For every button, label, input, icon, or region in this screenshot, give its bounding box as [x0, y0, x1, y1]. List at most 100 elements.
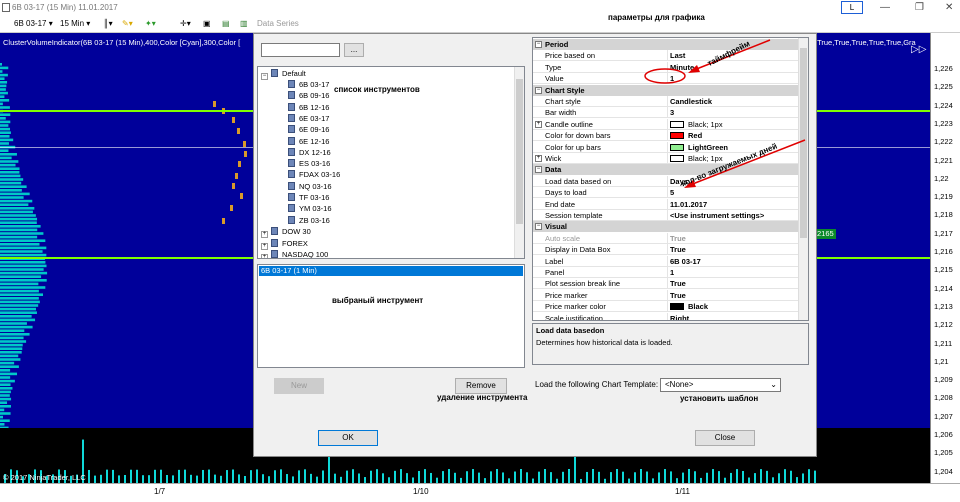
- selected-instrument-item[interactable]: 6B 03-17 (1 Min): [259, 266, 523, 276]
- selected-instrument-list[interactable]: 6B 03-17 (1 Min): [257, 264, 525, 368]
- property-row[interactable]: Plot session break line True: [533, 278, 798, 290]
- magic-wand-icon[interactable]: ✦▾: [145, 19, 156, 28]
- tree-item[interactable]: ZB 03-16: [288, 215, 330, 227]
- tree-group[interactable]: + NASDAQ 100: [261, 250, 328, 258]
- property-grid[interactable]: − Period Price based on Last Type Minute Value…: [532, 37, 809, 321]
- expand-icon[interactable]: +: [261, 242, 268, 250]
- property-value[interactable]: <Use instrument settings>: [667, 210, 797, 221]
- property-row[interactable]: Price marker color Black: [533, 301, 798, 313]
- playback-icon[interactable]: ▷▷: [911, 44, 926, 55]
- tree-item[interactable]: YM 03-16: [288, 204, 332, 215]
- pencil-icon[interactable]: ✎▾: [122, 19, 133, 28]
- template-select[interactable]: <None> ⌄: [660, 378, 781, 392]
- tree-item[interactable]: 6B 09-16: [288, 91, 329, 102]
- zoom-icon[interactable]: ▣: [203, 19, 211, 28]
- property-value[interactable]: True: [667, 244, 797, 256]
- data-series-button[interactable]: Data Series: [257, 19, 299, 28]
- tree-scrollbar[interactable]: [514, 67, 524, 258]
- property-row[interactable]: Display in Data Box True: [533, 244, 798, 256]
- close-button[interactable]: Close: [695, 430, 755, 446]
- property-value[interactable]: Minute: [667, 61, 797, 73]
- tree-item[interactable]: FDAX 03-16: [288, 170, 340, 181]
- expand-icon[interactable]: +: [535, 155, 542, 162]
- property-value[interactable]: True: [667, 289, 797, 301]
- property-row[interactable]: Panel 1: [533, 267, 798, 278]
- property-row[interactable]: Color for down bars Red: [533, 130, 798, 142]
- remove-button[interactable]: Remove: [455, 378, 507, 394]
- tree-item[interactable]: ES 03-16: [288, 159, 330, 170]
- tree-item[interactable]: 6B 03-17: [288, 80, 329, 91]
- property-value[interactable]: 5: [667, 187, 797, 199]
- strategies-icon[interactable]: ▥: [240, 19, 248, 28]
- collapse-icon[interactable]: −: [535, 166, 542, 174]
- property-value[interactable]: 1: [667, 267, 797, 278]
- property-row[interactable]: Auto scale True: [533, 232, 798, 244]
- property-value[interactable]: 3: [667, 107, 797, 119]
- category-period[interactable]: − Period: [533, 39, 798, 50]
- tree-item[interactable]: DX 12-16: [288, 147, 331, 159]
- tree-item[interactable]: TF 03-16: [288, 193, 329, 204]
- expand-icon[interactable]: +: [535, 120, 542, 128]
- tree-group[interactable]: + FOREX: [261, 238, 308, 250]
- collapse-icon[interactable]: −: [535, 86, 542, 94]
- property-row[interactable]: Days to load 5: [533, 187, 798, 199]
- property-row[interactable]: Price based on Last: [533, 50, 798, 62]
- property-value[interactable]: Right: [667, 312, 797, 320]
- property-value[interactable]: 6B 03-17: [667, 255, 797, 267]
- property-value[interactable]: True: [667, 278, 797, 290]
- property-row[interactable]: Load data based on Days: [533, 175, 798, 187]
- property-value[interactable]: Black: [667, 301, 797, 313]
- minimize-button[interactable]: —: [880, 2, 890, 13]
- collapse-icon[interactable]: −: [535, 223, 542, 231]
- category-data[interactable]: − Data: [533, 164, 798, 176]
- property-row[interactable]: Type Minute: [533, 61, 798, 73]
- property-row[interactable]: Value 1: [533, 73, 798, 85]
- volume-profile-bar: [0, 163, 16, 167]
- expand-icon[interactable]: +: [261, 254, 268, 258]
- props-scrollbar[interactable]: [798, 38, 808, 320]
- tree-root[interactable]: − Default: [261, 69, 306, 80]
- property-row[interactable]: Bar width 3: [533, 107, 798, 119]
- ok-button[interactable]: OK: [318, 430, 378, 446]
- collapse-icon[interactable]: −: [261, 73, 268, 80]
- property-row[interactable]: Session template <Use instrument settings…: [533, 210, 798, 221]
- property-value[interactable]: 11.01.2017: [667, 198, 797, 210]
- crosshair-icon[interactable]: ✛▾: [180, 19, 191, 28]
- tree-item[interactable]: 6B 12-16: [288, 102, 329, 114]
- category-visual[interactable]: − Visual: [533, 221, 798, 233]
- bar-style-icon[interactable]: ║▾: [103, 19, 113, 28]
- property-value[interactable]: 1: [667, 73, 797, 85]
- property-value[interactable]: True: [667, 232, 797, 244]
- close-window-button[interactable]: ✕: [945, 2, 953, 13]
- tree-item[interactable]: 6E 12-16: [288, 136, 329, 148]
- search-button[interactable]: ...: [344, 43, 364, 57]
- property-row[interactable]: Scale justification Right: [533, 312, 798, 320]
- property-row[interactable]: + Candle outline Black; 1px: [533, 118, 798, 130]
- tree-group[interactable]: + DOW 30: [261, 227, 311, 238]
- property-value[interactable]: Red: [667, 130, 797, 142]
- instrument-tree[interactable]: − Default 6B 03-17 6B 09-16 6B 12-16 6E 03-1…: [257, 66, 525, 259]
- instrument-search-input[interactable]: [261, 43, 340, 57]
- volume-profile-bar: [0, 113, 11, 116]
- property-row[interactable]: Price marker True: [533, 289, 798, 301]
- tree-item[interactable]: 6E 09-16: [288, 125, 329, 136]
- tree-item[interactable]: NQ 03-16: [288, 181, 332, 193]
- restore-button[interactable]: ❐: [915, 2, 924, 13]
- tree-item[interactable]: 6E 03-17: [288, 113, 329, 125]
- property-row[interactable]: End date 11.01.2017: [533, 198, 798, 210]
- volume-profile-bar: [0, 99, 10, 102]
- time-axis[interactable]: 1/7 1/10 1/11: [0, 483, 960, 502]
- l-button[interactable]: L: [841, 1, 863, 14]
- instrument-selector[interactable]: 6B 03-17 ▾: [14, 19, 53, 28]
- indicators-icon[interactable]: ▤: [222, 19, 230, 28]
- property-value[interactable]: Black; 1px: [667, 118, 797, 130]
- expand-icon[interactable]: +: [261, 231, 268, 238]
- property-value[interactable]: Candlestick: [667, 96, 797, 107]
- category-chart-style[interactable]: − Chart Style: [533, 84, 798, 96]
- property-row[interactable]: Label 6B 03-17: [533, 255, 798, 267]
- new-button[interactable]: New: [274, 378, 324, 394]
- collapse-icon[interactable]: −: [535, 41, 542, 48]
- volume-profile-bar: [0, 300, 40, 304]
- interval-selector[interactable]: 15 Min ▾: [60, 19, 90, 28]
- property-row[interactable]: Chart style Candlestick: [533, 96, 798, 107]
